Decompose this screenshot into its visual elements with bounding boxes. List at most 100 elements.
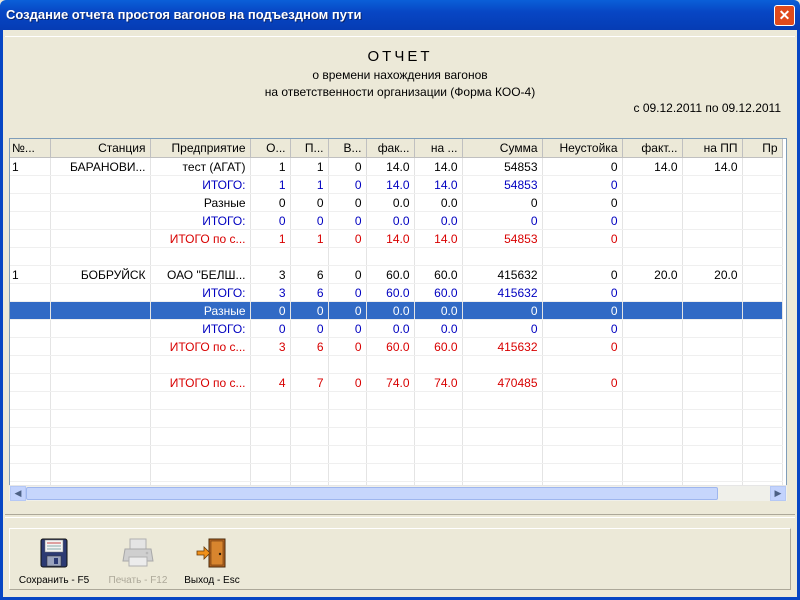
table-cell — [742, 283, 783, 302]
table-row[interactable]: 1 БАРАНОВИ... тест (АГАТ) 1 1 0 14.0 14.0 54853 0… — [10, 157, 783, 176]
column-header[interactable]: Пр — [742, 139, 783, 158]
column-header[interactable]: Сумма — [462, 139, 543, 158]
table-cell: 0.0 — [366, 301, 415, 320]
table-cell: 0 — [250, 193, 291, 212]
table-row[interactable] — [10, 409, 783, 428]
table-cell — [622, 337, 683, 356]
table-cell — [50, 283, 151, 302]
column-header[interactable]: Станция — [50, 139, 151, 158]
table-row[interactable] — [10, 427, 783, 446]
table-cell: 74.0 — [366, 373, 415, 392]
table-cell: 1 — [10, 157, 51, 176]
table-cell — [414, 427, 463, 446]
table-cell — [150, 445, 251, 464]
table-row[interactable] — [10, 355, 783, 374]
table-cell — [742, 427, 783, 446]
table-cell: 60.0 — [366, 337, 415, 356]
title-bar[interactable]: Создание отчета простоя вагонов на подъе… — [0, 0, 800, 30]
table-cell: 14.0 — [414, 175, 463, 194]
table-cell — [10, 355, 51, 374]
table-cell: 3 — [250, 265, 291, 284]
table-cell — [150, 247, 251, 266]
table-cell — [50, 301, 151, 320]
table-cell: 74.0 — [414, 373, 463, 392]
table-cell — [682, 247, 743, 266]
table-cell: 0 — [290, 301, 329, 320]
scroll-thumb[interactable] — [26, 487, 718, 500]
table-cell — [682, 391, 743, 410]
table-row[interactable]: ИТОГО по с... 1 1 0 14.0 14.0 54853 0 — [10, 229, 783, 248]
table-cell — [742, 229, 783, 248]
column-header[interactable]: №... — [10, 139, 51, 158]
table-cell: 0 — [328, 157, 367, 176]
table-row[interactable]: Разные 0 0 0 0.0 0.0 0 0 — [10, 193, 783, 212]
scroll-right-icon[interactable]: ▶ — [770, 486, 786, 501]
table-row[interactable] — [10, 463, 783, 482]
table-cell — [290, 391, 329, 410]
table-cell — [10, 427, 51, 446]
column-header[interactable]: Предприятие — [150, 139, 251, 158]
table-cell — [622, 373, 683, 392]
table-cell: 1 — [290, 157, 329, 176]
table-row[interactable]: ИТОГО по с... 3 6 0 60.0 60.0 415632 0 — [10, 337, 783, 356]
save-button[interactable]: Сохранить - F5 — [14, 533, 94, 589]
table-row[interactable] — [10, 391, 783, 410]
table-cell — [682, 175, 743, 194]
table-row[interactable] — [10, 445, 783, 464]
table-row[interactable]: ИТОГО: 0 0 0 0.0 0.0 0 0 — [10, 211, 783, 230]
table-row[interactable]: Разные 0 0 0 0.0 0.0 0 0 — [10, 301, 783, 320]
column-header[interactable]: П... — [290, 139, 329, 158]
table-cell — [622, 409, 683, 428]
table-cell — [50, 391, 151, 410]
column-header[interactable]: Неустойка — [542, 139, 623, 158]
table-row[interactable]: ИТОГО: 0 0 0 0.0 0.0 0 0 — [10, 319, 783, 338]
table-cell: 0 — [328, 283, 367, 302]
table-cell — [150, 427, 251, 446]
print-button[interactable]: Печать - F12 — [98, 533, 178, 589]
table-cell: 0 — [542, 229, 623, 248]
table-cell: 0 — [542, 337, 623, 356]
table-cell: 1 — [250, 175, 291, 194]
table-cell — [50, 337, 151, 356]
table-cell — [742, 301, 783, 320]
exit-button[interactable]: Выход - Esc — [176, 533, 248, 589]
table-cell — [682, 319, 743, 338]
table-cell: 14.0 — [366, 175, 415, 194]
table-cell — [150, 463, 251, 482]
table-row[interactable]: ИТОГО: 1 1 0 14.0 14.0 54853 0 — [10, 175, 783, 194]
table-cell — [622, 427, 683, 446]
table-cell — [682, 229, 743, 248]
table-cell: 0 — [328, 301, 367, 320]
table-cell — [50, 445, 151, 464]
horizontal-scrollbar[interactable]: ◀ ▶ — [9, 485, 787, 501]
table-cell — [50, 355, 151, 374]
column-header[interactable]: В... — [328, 139, 367, 158]
close-button[interactable]: ✕ — [774, 5, 795, 26]
table-row[interactable]: 1 БОБРУЙСК ОАО "БЕЛШ... 3 6 0 60.0 60.0 415632 0 2… — [10, 265, 783, 284]
column-header[interactable]: факт... — [622, 139, 683, 158]
column-header[interactable]: на ПП — [682, 139, 743, 158]
table-row[interactable]: ИТОГО: 3 6 0 60.0 60.0 415632 0 — [10, 283, 783, 302]
scroll-left-icon[interactable]: ◀ — [10, 486, 26, 501]
column-header[interactable]: фак... — [366, 139, 415, 158]
table-cell — [50, 463, 151, 482]
table-cell — [150, 355, 251, 374]
table-cell — [622, 247, 683, 266]
table-cell — [622, 445, 683, 464]
table-row[interactable]: ИТОГО по с... 4 7 0 74.0 74.0 470485 0 — [10, 373, 783, 392]
table-cell: 0 — [542, 157, 623, 176]
table-row[interactable] — [10, 247, 783, 266]
table-cell: 60.0 — [366, 283, 415, 302]
table-cell — [366, 247, 415, 266]
column-header[interactable]: О... — [250, 139, 291, 158]
report-grid[interactable]: №... Станция Предприятие О... П... В... фак...… — [9, 138, 787, 500]
table-cell: Разные — [150, 193, 251, 212]
table-cell: Разные — [150, 301, 251, 320]
table-cell — [328, 463, 367, 482]
table-cell: 0 — [542, 193, 623, 212]
table-cell — [150, 409, 251, 428]
table-cell — [542, 409, 623, 428]
table-cell — [414, 391, 463, 410]
window-title: Создание отчета простоя вагонов на подъе… — [6, 7, 362, 22]
column-header[interactable]: на ... — [414, 139, 463, 158]
